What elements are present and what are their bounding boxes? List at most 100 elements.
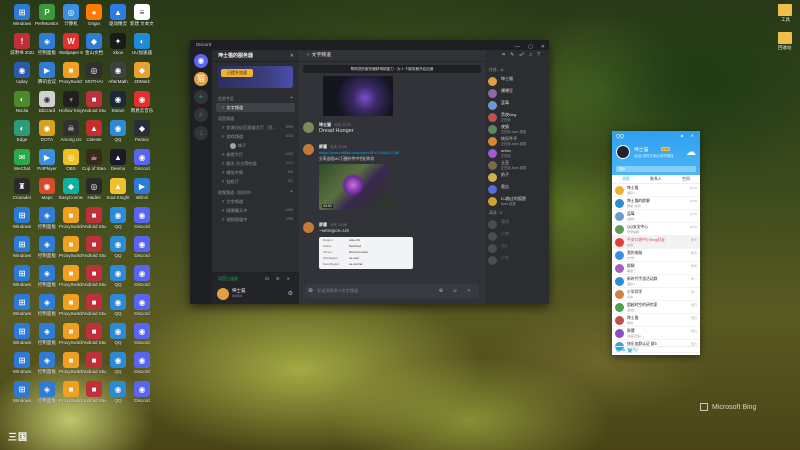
desktop-icon[interactable]: ▲ 驱动精灵: [106, 4, 130, 26]
desktop-icon[interactable]: ◈ 控制面板: [35, 323, 59, 345]
conversation-item[interactable]: 小学同学 好的 周一: [612, 288, 700, 301]
message-link[interactable]: https://www.bilibili.com/video/BV1Y64y1C…: [319, 150, 399, 155]
search-input[interactable]: 搜索: [616, 166, 696, 172]
conversation-item[interactable]: 坤土猫的群聊 胖骡: 好的 10:55: [612, 197, 700, 210]
desktop-icon[interactable]: ⊞ Windows: [10, 4, 34, 26]
desktop-icon[interactable]: ≡新建 文本文档: [130, 4, 154, 26]
avatar[interactable]: [616, 145, 630, 159]
composer-tools-icon[interactable]: ⊕ ☺ ✧: [439, 284, 475, 298]
desktop-icon[interactable]: ◈ 控制面板: [35, 207, 59, 229]
member-item[interactable]: 土豆 正在玩 Apex 英雄: [485, 159, 549, 171]
desktop-icon[interactable]: ◉ 网易云音乐: [130, 91, 154, 113]
embedded-image[interactable]: [323, 76, 393, 116]
desktop-icon[interactable]: ◎ Hades: [82, 178, 106, 200]
channel-item[interactable]: # 随便聊天中 0/99: [216, 206, 295, 215]
desktop-icon[interactable]: ◈ 控制面板: [35, 294, 59, 316]
desktop-icon[interactable]: ◈ 控制面板: [35, 381, 59, 403]
category-header[interactable]: 语音频道: [212, 112, 299, 123]
channel-item[interactable]: # 睡觉中频 0/5: [216, 168, 295, 177]
desktop-icon[interactable]: ♜ Crusader: [10, 178, 34, 200]
desktop-icon[interactable]: ◉ QQ: [106, 207, 130, 229]
desktop-icon[interactable]: PPerfMonitor 2021: [35, 4, 59, 26]
close-icon[interactable]: ✕: [290, 50, 294, 62]
member-item[interactable]: 小李: [485, 230, 549, 242]
desktop-icon[interactable]: ▶ Bilibili: [130, 178, 154, 200]
member-item[interactable]: 快乐牛子 正在玩 Apex 英雄: [485, 135, 549, 147]
boost-notice[interactable]: 帮助您的服务器获得超能力 · 为 1 个服务器开启加速: [303, 65, 481, 73]
desktop-icon[interactable]: ◈ 控制面板: [35, 265, 59, 287]
avatar[interactable]: [303, 222, 314, 233]
desktop-icon[interactable]: ◉ Steam: [106, 91, 130, 113]
desktop-icon[interactable]: ▶ PotPlayer: [35, 149, 59, 171]
boost-button[interactable]: 已提升加速: [221, 69, 253, 77]
desktop-icon[interactable]: ■ ProxySwitch: [59, 265, 83, 287]
category-header[interactable]: 信息专区 +: [212, 92, 299, 103]
member-item[interactable]: 爆爆豆: [485, 87, 549, 99]
channel-item[interactable]: # 文字频道: [216, 197, 295, 206]
desktop-icon[interactable]: ■Android Studio: [82, 91, 106, 113]
explore-icon[interactable]: ⌕: [194, 108, 208, 122]
desktop-icon[interactable]: ◉ Discord: [130, 236, 154, 258]
desktop-icon[interactable]: ◎ OBS: [59, 149, 83, 171]
server-icon[interactable]: 猫: [194, 72, 208, 86]
message-author[interactable]: 坤士猫: [319, 122, 331, 127]
desktop-icon[interactable]: ◉ Discord: [130, 294, 154, 316]
desktop-icon[interactable]: ◉ QQ: [106, 294, 130, 316]
desktop-icon[interactable]: ▲ Celeste: [82, 120, 106, 142]
message-author[interactable]: 胖骡: [319, 144, 327, 149]
desktop-icon[interactable]: !说明书 202209: [10, 33, 34, 55]
conversation-item[interactable]: QQ安全中心 登录提醒 10:20: [612, 223, 700, 236]
desktop-icon[interactable]: ■ ProxySwitch: [59, 207, 83, 229]
category-header[interactable]: 视频频道（测试中） +: [212, 186, 299, 197]
desktop-icon[interactable]: ◉ Discord: [130, 352, 154, 374]
conversation-item[interactable]: 平安口袋中小King好友 在线 昨天: [612, 236, 700, 249]
add-channel-icon[interactable]: +: [290, 95, 293, 101]
desktop-icon[interactable]: ■ ProxySwitch: [59, 236, 83, 258]
tab-contacts[interactable]: 联系人: [650, 175, 661, 183]
channel-item[interactable]: # 聊天 方方等吃饭 0/12: [216, 159, 295, 168]
desktop-icon[interactable]: ◉ Discord: [130, 149, 154, 171]
channel-item[interactable]: # 文字频道: [216, 103, 295, 112]
desktop-icon[interactable]: ◈ 控制面板: [35, 352, 59, 374]
discord-home-icon[interactable]: ◉: [194, 54, 208, 68]
desktop-icon[interactable]: ⊞ Windows: [10, 265, 34, 287]
attach-icon[interactable]: ⊕: [308, 284, 313, 298]
desktop-icon[interactable]: ▶ 腾讯会议: [35, 62, 59, 84]
desktop-icon[interactable]: ■ ProxySwitch: [59, 294, 83, 316]
member-item[interactable]: 黑夜king 正在玩: [485, 111, 549, 123]
desktop-icon[interactable]: ⊞ Windows: [10, 207, 34, 229]
message-author[interactable]: 胖骡: [319, 222, 327, 227]
desktop-icon[interactable]: ◐ UU加速器: [130, 33, 154, 55]
desktop-icon[interactable]: ◉ Discord: [130, 381, 154, 403]
conversation-item[interactable]: 新时代手游活动群 [图片] 周一: [612, 275, 700, 288]
desktop-icon[interactable]: ◉ QQ: [106, 352, 130, 374]
desktop-icon[interactable]: ◉ Uplay: [10, 62, 34, 84]
member-item[interactable]: 小刘: [485, 254, 549, 266]
desktop-icon[interactable]: ◆ 金山文档: [82, 33, 106, 55]
desktop-icon[interactable]: ✦ Xbox: [106, 33, 130, 55]
conversation-item[interactable]: 坤士猫 [图片] 11:01: [612, 184, 700, 197]
desktop-icon[interactable]: ◈ 控制面板: [35, 236, 59, 258]
channel-item[interactable]: # 交流讨论区频道大厅（活… 5/99: [216, 123, 295, 132]
member-item[interactable]: 夜猫 正在玩 Apex 英雄: [485, 123, 549, 135]
member-item[interactable]: DJ路过的狐狸 Apex 英雄: [485, 195, 549, 207]
edit-icon[interactable]: ✎: [510, 52, 519, 58]
desktop-icon[interactable]: ⊞ Windows: [10, 323, 34, 345]
avatar[interactable]: [303, 122, 314, 133]
member-item[interactable]: 离线: [485, 218, 549, 230]
desktop-icon[interactable]: ◉ QQ: [106, 323, 130, 345]
embed-title[interactable]: 分享这段MC万圈外传中世纪的坊: [319, 157, 374, 162]
desktop-icon[interactable]: ■Android Studio: [82, 323, 106, 345]
desktop-icon[interactable]: ■ ProxySwitch: [59, 381, 83, 403]
desktop-icon[interactable]: ◎ 计算机: [59, 4, 83, 26]
desktop-icon[interactable]: ■Android Studio: [82, 236, 106, 258]
add-channel-icon[interactable]: +: [290, 189, 293, 195]
weather-icon[interactable]: ☁: [686, 147, 696, 158]
qq-signature[interactable]: [北京] 暂时不用QQ的时候找: [634, 153, 674, 158]
desktop-icon[interactable]: ◉ DOTA: [35, 120, 59, 142]
desktop-icon[interactable]: ☕Cup of Steam: [82, 149, 106, 171]
desktop-icon[interactable]: ▲ Deemo: [106, 149, 130, 171]
server-name-header[interactable]: 坤士猫的服务器 ✕: [212, 50, 299, 62]
channel-item[interactable]: # 视频频道中 0/99: [216, 215, 295, 224]
desktop-icon[interactable]: ◉ QQ: [106, 265, 130, 287]
